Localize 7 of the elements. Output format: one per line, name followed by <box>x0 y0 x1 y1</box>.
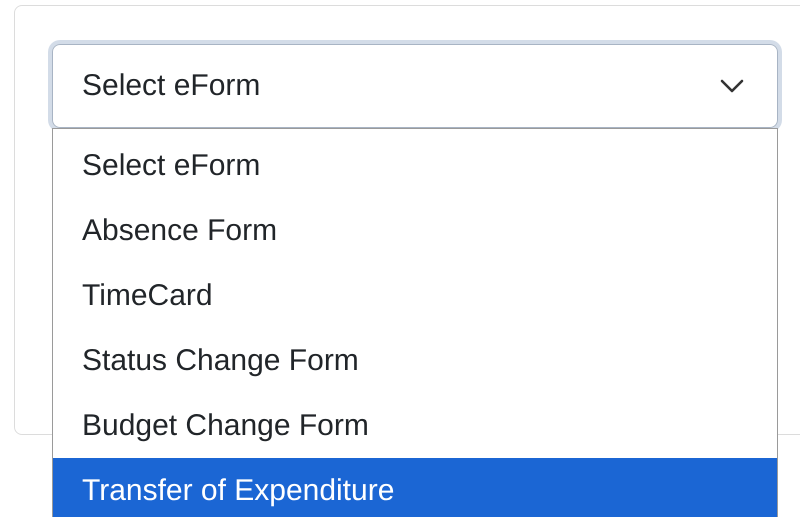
chevron-down-icon <box>719 78 745 94</box>
dropdown-option[interactable]: Budget Change Form <box>53 393 777 458</box>
dropdown-option[interactable]: TimeCard <box>53 263 777 328</box>
dropdown-option[interactable]: Transfer of Expenditure <box>53 458 777 517</box>
dropdown-option[interactable]: Status Change Form <box>53 328 777 393</box>
dropdown-option[interactable]: Select eForm <box>53 133 777 198</box>
dropdown-option[interactable]: Absence Form <box>53 198 777 263</box>
